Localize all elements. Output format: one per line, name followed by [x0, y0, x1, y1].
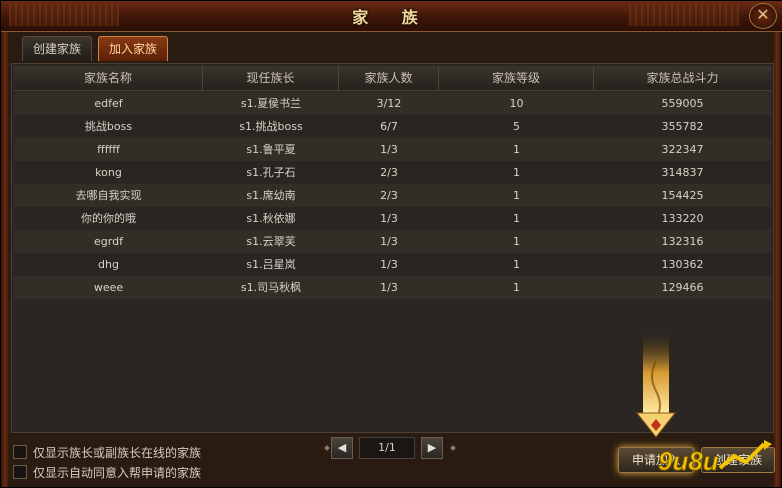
cell-leader-name: s1.席幼南 [246, 189, 296, 202]
table-header: 家族名称 现任族长 家族人数 家族等级 家族总战斗力 [14, 66, 771, 91]
page-indicator: 1/1 [359, 437, 415, 459]
table-row[interactable]: 你的你的哦 s1.秋依娜 1/3 1 133220 [14, 207, 771, 230]
cell-member-count: 1/3 [380, 235, 398, 248]
filter-leader-online[interactable]: 仅显示族长或副族长在线的家族 [13, 444, 201, 460]
cell-leader-name: s1.鲁平夏 [246, 143, 296, 156]
table-row[interactable]: dhg s1.吕星岚 1/3 1 130362 [14, 253, 771, 276]
cell-family-name: 去哪自我实现 [75, 189, 142, 202]
cell-family-name: kong [95, 166, 122, 179]
table-row[interactable]: 挑战boss s1.挑战boss 6/7 5 355782 [14, 115, 771, 138]
table-row[interactable]: ffffff s1.鲁平夏 1/3 1 322347 [14, 138, 771, 161]
cell-total-power: 314837 [661, 166, 704, 179]
highlight-arrow-icon [635, 331, 677, 438]
cell-member-count: 2/3 [380, 189, 398, 202]
cell-leader-name: s1.秋依娜 [246, 212, 296, 225]
close-icon[interactable]: ✕ [749, 3, 777, 29]
prev-page-icon[interactable]: ◀ [331, 437, 353, 459]
table-row[interactable]: kong s1.孔子石 2/3 1 314837 [14, 161, 771, 184]
filter-leader-online-checkbox[interactable] [13, 445, 27, 459]
cell-member-count: 1/3 [380, 258, 398, 271]
filter-auto-accept-label: 仅显示自动同意入帮申请的家族 [33, 465, 202, 480]
cell-family-level: 1 [513, 212, 520, 225]
column-header-power[interactable]: 家族总战斗力 [594, 66, 771, 90]
cell-total-power: 355782 [661, 120, 704, 133]
cell-family-level: 1 [513, 189, 520, 202]
column-header-leader[interactable]: 现任族长 [203, 66, 339, 90]
title-bar[interactable]: 家 族 ✕ [1, 1, 782, 32]
cell-family-name: dhg [98, 258, 119, 271]
table-row[interactable]: weee s1.司马秋枫 1/3 1 129466 [14, 276, 771, 299]
family-window: 家 族 ✕ 创建家族 加入家族 家族名称 现任族长 家族人数 家族等级 家族总战… [0, 0, 782, 488]
cell-member-count: 6/7 [380, 120, 398, 133]
cell-family-level: 10 [509, 97, 524, 110]
window-title: 家 族 [352, 8, 432, 27]
column-header-level[interactable]: 家族等级 [439, 66, 594, 90]
cell-family-name: weee [93, 281, 124, 294]
column-header-name[interactable]: 家族名称 [14, 66, 203, 90]
cell-member-count: 1/3 [380, 143, 398, 156]
cell-total-power: 322347 [661, 143, 704, 156]
filter-auto-accept-checkbox[interactable] [13, 465, 27, 479]
cell-total-power: 129466 [661, 281, 704, 294]
cell-family-name: egrdf [94, 235, 123, 248]
tab-create-family[interactable]: 创建家族 [22, 36, 92, 61]
cell-family-level: 1 [513, 281, 520, 294]
cell-leader-name: s1.孔子石 [246, 166, 296, 179]
table-row[interactable]: edfef s1.夏侯书兰 3/12 10 559005 [14, 92, 771, 115]
watermark-logo: 9u8u [658, 440, 772, 477]
tab-join-family[interactable]: 加入家族 [98, 36, 168, 61]
cell-family-name: 你的你的哦 [81, 212, 136, 225]
cell-leader-name: s1.云翠芙 [246, 235, 296, 248]
filter-auto-accept[interactable]: 仅显示自动同意入帮申请的家族 [13, 464, 201, 480]
cell-total-power: 130362 [661, 258, 704, 271]
family-table-body: edfef s1.夏侯书兰 3/12 10 559005 挑战boss s1.挑战boss 6… [14, 92, 771, 299]
cell-total-power: 132316 [661, 235, 704, 248]
filter-leader-online-label: 仅显示族长或副族长在线的家族 [33, 445, 202, 460]
cell-family-level: 1 [513, 166, 520, 179]
cell-member-count: 1/3 [380, 212, 398, 225]
cell-leader-name: s1.吕星岚 [246, 258, 296, 271]
next-page-icon[interactable]: ▶ [421, 437, 443, 459]
cell-family-level: 5 [513, 120, 520, 133]
pager-decoration-left [324, 445, 330, 451]
cell-member-count: 1/3 [380, 281, 398, 294]
cell-family-level: 1 [513, 235, 520, 248]
cell-leader-name: s1.挑战boss [239, 120, 303, 133]
cell-family-name: 挑战boss [84, 120, 133, 133]
column-header-members[interactable]: 家族人数 [339, 66, 439, 90]
cell-leader-name: s1.司马秋枫 [240, 281, 302, 294]
pagination: ◀ 1/1 ▶ [324, 437, 456, 459]
cell-family-level: 1 [513, 143, 520, 156]
cell-family-name: edfef [94, 97, 123, 110]
cell-leader-name: s1.夏侯书兰 [240, 97, 302, 110]
pager-decoration-right [450, 445, 456, 451]
table-row[interactable]: 去哪自我实现 s1.席幼南 2/3 1 154425 [14, 184, 771, 207]
cell-total-power: 559005 [661, 97, 704, 110]
cell-member-count: 3/12 [376, 97, 402, 110]
cell-family-level: 1 [513, 258, 520, 271]
svg-text:9u8u: 9u8u [658, 446, 719, 476]
table-row[interactable]: egrdf s1.云翠芙 1/3 1 132316 [14, 230, 771, 253]
cell-family-name: ffffff [97, 143, 120, 156]
cell-total-power: 133220 [661, 212, 704, 225]
cell-member-count: 2/3 [380, 166, 398, 179]
cell-total-power: 154425 [661, 189, 704, 202]
